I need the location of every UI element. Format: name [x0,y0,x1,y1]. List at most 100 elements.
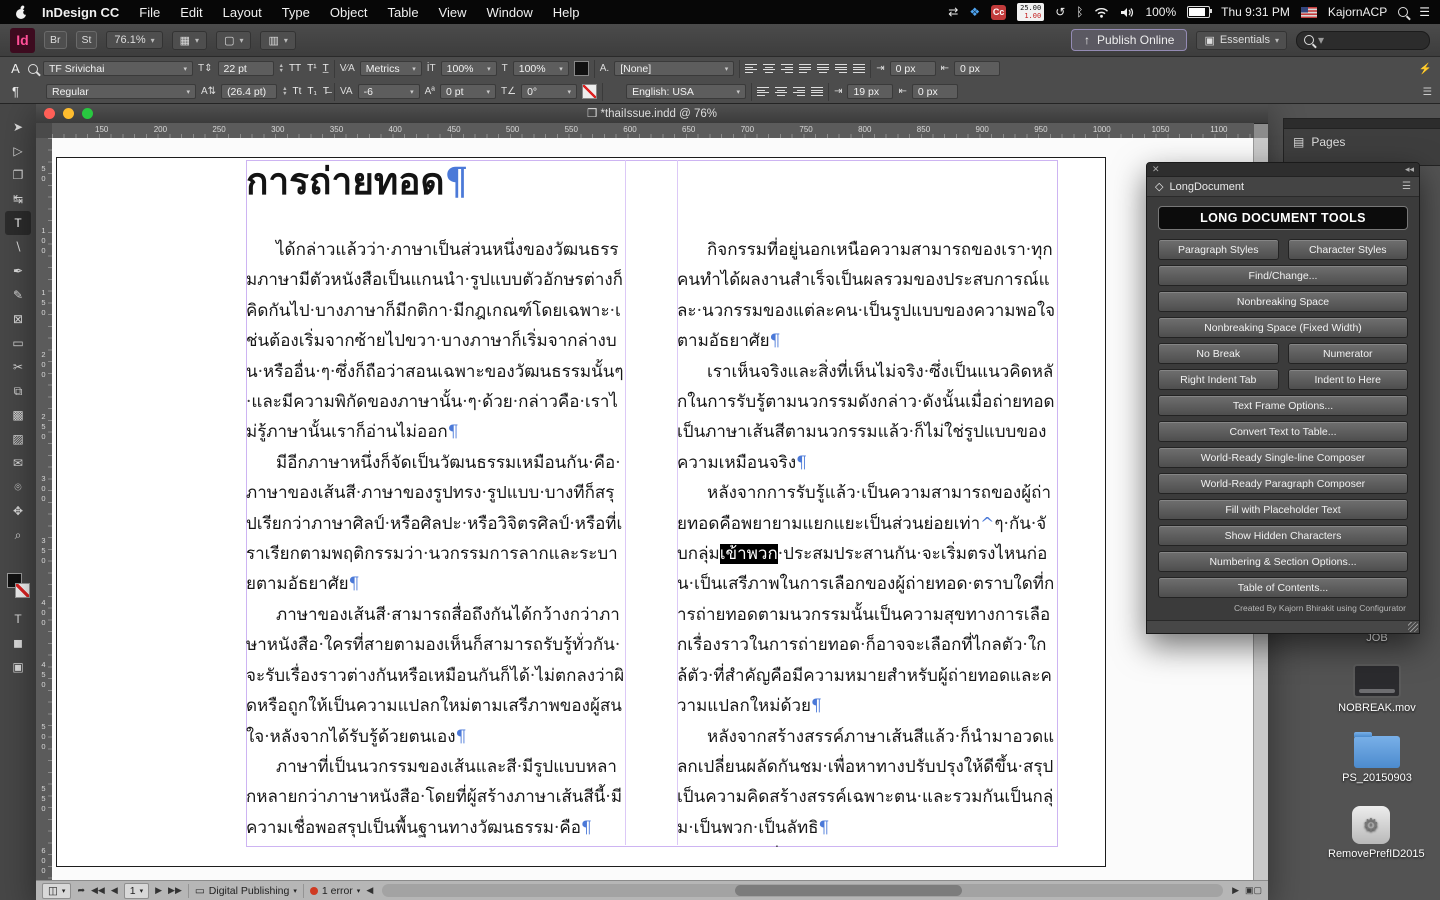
publish-online-button[interactable]: ↑ Publish Online [1071,29,1188,51]
scroll-right-button[interactable]: ▶ [1232,885,1239,896]
case-button-t[interactable]: T̶ [323,86,329,97]
paragraph[interactable]: การถ่ายทอด·เป็นภาษาเส้นสีตามนวกรรม·ไม่ใช… [246,843,625,847]
gap-tool[interactable]: ↹ [5,187,31,211]
table-of-contents-button[interactable]: Table of Contents... [1158,577,1408,598]
font-search-icon[interactable] [28,63,38,74]
menu-edit[interactable]: Edit [170,5,212,20]
indent-to-here-button[interactable]: Indent to Here [1287,369,1408,390]
language-select[interactable]: English: USA ▾ [626,84,747,99]
view-options-select[interactable]: ▦ ▾ [171,30,208,50]
panel-tab-bar[interactable]: ◇ LongDocument ☰ [1147,177,1419,197]
document-canvas[interactable]: การถ่ายทอด¶ ได้กล่าวแล้วว่า·ภาษาเป็นส่วน… [52,138,1254,880]
align-left-icon[interactable] [745,64,758,73]
font-style-select[interactable]: Regular ▾ [46,84,196,99]
menu-help[interactable]: Help [543,5,590,20]
align-left-icon[interactable] [757,87,770,96]
view-quality-select[interactable]: ◫ ▾ [42,882,72,899]
world-ready-single-line-composer-button[interactable]: World-Ready Single-line Composer [1158,447,1408,468]
scissors-tool[interactable]: ✂ [5,355,31,379]
vertical-scale-field[interactable]: 100% ▾ [440,61,497,76]
menu-indesign-cc[interactable]: InDesign CC [32,5,129,20]
ruler-vertical[interactable]: 50 100 150 200 250 300 350 400 450 500 550 600 [36,138,53,880]
stock-button[interactable]: St [75,31,98,49]
prev-page-button[interactable]: ◀ [111,885,118,896]
leading-field[interactable]: (26.4 pt) [221,84,278,99]
character-fill-color-swatch[interactable] [573,61,589,76]
case-button-t[interactable]: T₁ [307,86,316,97]
tracking-field[interactable]: -6 ▾ [357,84,420,99]
menu-table[interactable]: Table [377,5,428,20]
first-page-button[interactable]: ◀◀ [91,885,105,896]
nonbreaking-space-button[interactable]: Nonbreaking Space [1158,291,1408,312]
desktop-icon-ps-20150903[interactable]: PS_20150903 [1334,732,1420,785]
page-number-field[interactable]: 1 ▾ [123,882,150,899]
kerning-select[interactable]: Metrics ▾ [359,61,422,76]
close-window-button[interactable] [44,107,55,119]
next-page-button[interactable]: ▶ [155,885,162,896]
desktop-icon-nobreak-mov[interactable]: NOBREAK.mov [1334,664,1420,715]
find-change-button[interactable]: Find/Change... [1158,265,1408,286]
case-button-tt[interactable]: TT [289,63,301,74]
character-style-select[interactable]: [None] ▾ [614,61,735,76]
menu-type[interactable]: Type [272,5,320,20]
align-justify-right-icon[interactable] [835,64,848,73]
align-justify-center-icon[interactable] [817,64,830,73]
font-family-select[interactable]: TF Srivichai ▾ [43,61,193,76]
paragraph[interactable]: ภาษาของเส้นสี·สามารถสื่อถึงกันได้กว้างกว… [246,600,625,752]
menu-object[interactable]: Object [320,5,378,20]
indent-last-line-field[interactable]: 0 px [911,84,958,99]
nonbreaking-space-fixed-width-button[interactable]: Nonbreaking Space (Fixed Width) [1158,317,1408,338]
creative-cloud-icon[interactable]: Cc [991,4,1007,20]
skew-field[interactable]: 0° ▾ [521,84,578,99]
text-column-2[interactable]: กิจกรรมที่อยู่นอกเหนือความสามารถของเรา·ท… [677,235,1056,847]
screen-mode-select[interactable]: ▢ ▾ [216,30,252,50]
paragraph[interactable]: เราเห็นจริงและสิ่งที่เห็นไม่จริง·ซึ่งเป็… [677,357,1056,479]
menu-file[interactable]: File [129,5,170,20]
character-formatting-mode-button[interactable]: A [8,61,23,76]
pencil-tool[interactable]: ✎ [5,283,31,307]
preflight-status[interactable]: 1 error ▾ [309,885,360,897]
text-column-1[interactable]: ได้กล่าวแล้วว่า·ภาษาเป็นส่วนหนึ่งของวัฒน… [246,235,625,847]
bluetooth-icon[interactable]: ᛒ [1076,5,1083,19]
volume-icon[interactable] [1120,7,1134,18]
selection-tool[interactable]: ➤ [5,115,31,139]
type-tool[interactable]: T [5,211,31,235]
note-tool[interactable]: ✉ [5,451,31,475]
network-monitor[interactable]: 25.00 1.00 [1017,3,1045,21]
align-right-icon[interactable] [781,64,794,73]
panel-drag-bar[interactable] [1284,119,1440,129]
selected-text[interactable]: เข้าพวก [719,544,778,565]
font-size-stepper[interactable]: ▲ ▼ [279,63,284,73]
convert-text-to-table-button[interactable]: Convert Text to Table... [1158,421,1408,442]
panel-flyout-menu-icon[interactable]: ☰ [1402,181,1411,192]
paragraph[interactable]: มีอีกภาษาหนึ่งก็จัดเป็นวัฒนธรรมเหมือนกัน… [246,448,625,600]
battery-icon[interactable] [1187,6,1213,18]
workspace-select[interactable]: ▣ Essentials ▾ [1196,30,1287,50]
menu-view[interactable]: View [429,5,477,20]
document-titlebar[interactable]: ❒ *thaiIssue.indd @ 76% [36,103,1268,124]
menu-window[interactable]: Window [477,5,543,20]
eyedropper-tool[interactable]: ⌾ [5,475,31,499]
leading-stepper[interactable]: ▲ ▼ [282,86,287,96]
align-center-icon[interactable] [763,64,776,73]
baseline-shift-field[interactable]: 0 pt ▾ [439,84,496,99]
teleport-icon[interactable]: ⇄ [948,5,958,19]
screen-mode-button[interactable]: ▣ [5,655,31,679]
pen-tool[interactable]: ✒ [5,259,31,283]
preflight-profile-select[interactable]: ▭ Digital Publishing ▾ [195,885,297,897]
character-styles-button[interactable]: Character Styles [1287,239,1408,260]
formatting-affects-text-button[interactable]: T [5,607,31,631]
text-frame-options-button[interactable]: Text Frame Options... [1158,395,1408,416]
paragraph[interactable]: หลังจากสร้างสรรค์ภาษาเส้นสีแล้ว·ก็นำมาอว… [677,722,1056,844]
numerator-button[interactable]: Numerator [1287,343,1408,364]
search-input[interactable]: ▾ [1296,30,1430,50]
horizontal-scrollbar[interactable] [382,884,1224,897]
zoom-tool[interactable]: ⌕ [5,523,31,547]
split-window-button[interactable]: ▣▢ [1245,885,1262,896]
zoom-window-button[interactable] [82,107,93,119]
notification-center-icon[interactable]: ☰ [1419,5,1430,19]
zoom-select[interactable]: 76.1% ▾ [106,31,163,49]
dropbox-icon[interactable]: ❖ [969,5,980,19]
paragraph-formatting-mode-button[interactable]: ¶ [8,84,23,99]
font-size-field[interactable]: 22 pt [217,61,274,76]
